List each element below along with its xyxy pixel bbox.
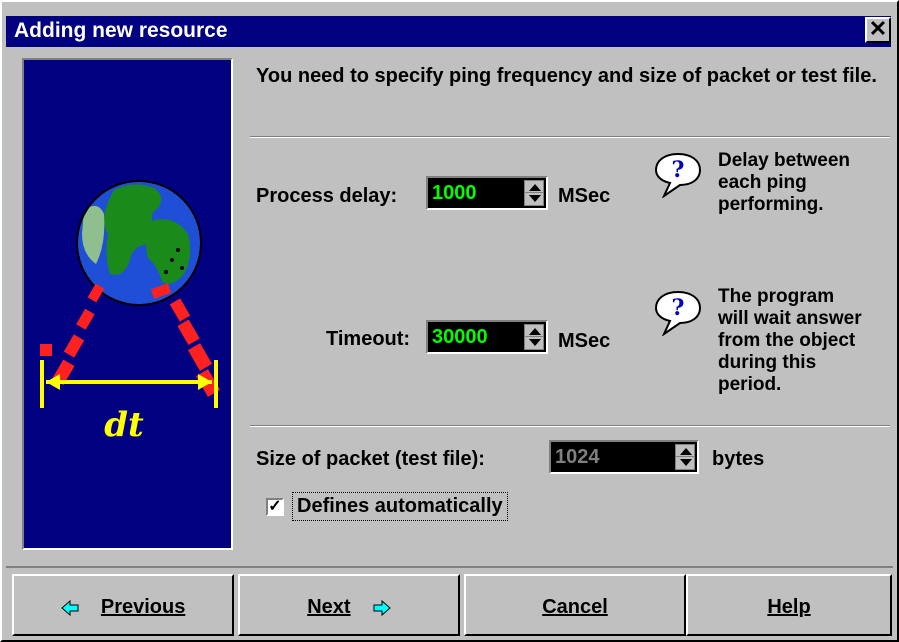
process-delay-note: Delay between each ping performing. xyxy=(718,150,850,215)
globe-icon: dt xyxy=(40,180,221,445)
help-button-label: Help xyxy=(767,596,811,618)
packet-size-spin-arrows[interactable] xyxy=(675,444,695,470)
timeout-label: Timeout: xyxy=(326,328,411,350)
svg-text:?: ? xyxy=(672,295,685,321)
packet-size-spinner[interactable]: 1024 xyxy=(549,440,699,474)
timeout-unit: MSec xyxy=(558,330,611,352)
globe-ping-illustration: dt xyxy=(22,58,233,550)
check-mark-icon: ✓ xyxy=(268,498,282,515)
timeout-spinner[interactable]: 30000 xyxy=(426,320,548,354)
intro-text: You need to specify ping frequency and s… xyxy=(256,65,877,87)
process-delay-label: Process delay: xyxy=(256,185,398,207)
packet-size-value[interactable]: 1024 xyxy=(555,446,600,469)
question-bubble-icon: ? xyxy=(654,152,702,198)
spin-down-icon[interactable] xyxy=(529,339,541,346)
arrow-right-icon xyxy=(373,600,391,616)
cancel-button[interactable]: Cancel xyxy=(464,574,686,636)
title-bar: Adding new resource ✕ xyxy=(6,16,891,47)
spin-up-icon[interactable] xyxy=(529,184,541,191)
window-title: Adding new resource xyxy=(14,19,228,42)
cancel-button-label: Cancel xyxy=(542,596,608,618)
process-delay-value[interactable]: 1000 xyxy=(432,182,477,205)
dt-label: dt xyxy=(104,405,144,445)
separator-bottom xyxy=(250,425,890,427)
arrow-left-icon xyxy=(60,600,79,616)
close-button[interactable]: ✕ xyxy=(865,17,891,43)
timeout-value[interactable]: 30000 xyxy=(432,326,488,349)
process-delay-spin-arrows[interactable] xyxy=(524,180,544,206)
svg-text:?: ? xyxy=(672,157,685,183)
separator-top xyxy=(250,136,890,138)
timeout-note: The program will wait answer from the ob… xyxy=(718,286,862,395)
packet-size-unit: bytes xyxy=(712,448,765,470)
packet-size-label: Size of packet (test file): xyxy=(256,448,485,470)
timeout-spin-arrows[interactable] xyxy=(524,324,544,350)
spin-down-icon[interactable] xyxy=(680,459,692,466)
close-icon: ✕ xyxy=(868,16,888,41)
process-delay-unit: MSec xyxy=(558,185,611,207)
next-button[interactable]: Next xyxy=(238,574,460,636)
auto-define-label[interactable]: Defines automatically xyxy=(292,492,508,521)
help-button[interactable]: Help xyxy=(686,574,892,636)
previous-button-label: Previous xyxy=(100,596,186,618)
next-button-label: Next xyxy=(307,596,351,618)
spin-down-icon[interactable] xyxy=(529,195,541,202)
spin-up-icon[interactable] xyxy=(529,328,541,335)
previous-button[interactable]: Previous xyxy=(12,574,234,636)
spin-up-icon[interactable] xyxy=(680,448,692,455)
process-delay-spinner[interactable]: 1000 xyxy=(426,176,548,210)
question-bubble-icon: ? xyxy=(654,290,702,336)
auto-define-checkbox[interactable]: ✓ xyxy=(266,498,284,516)
